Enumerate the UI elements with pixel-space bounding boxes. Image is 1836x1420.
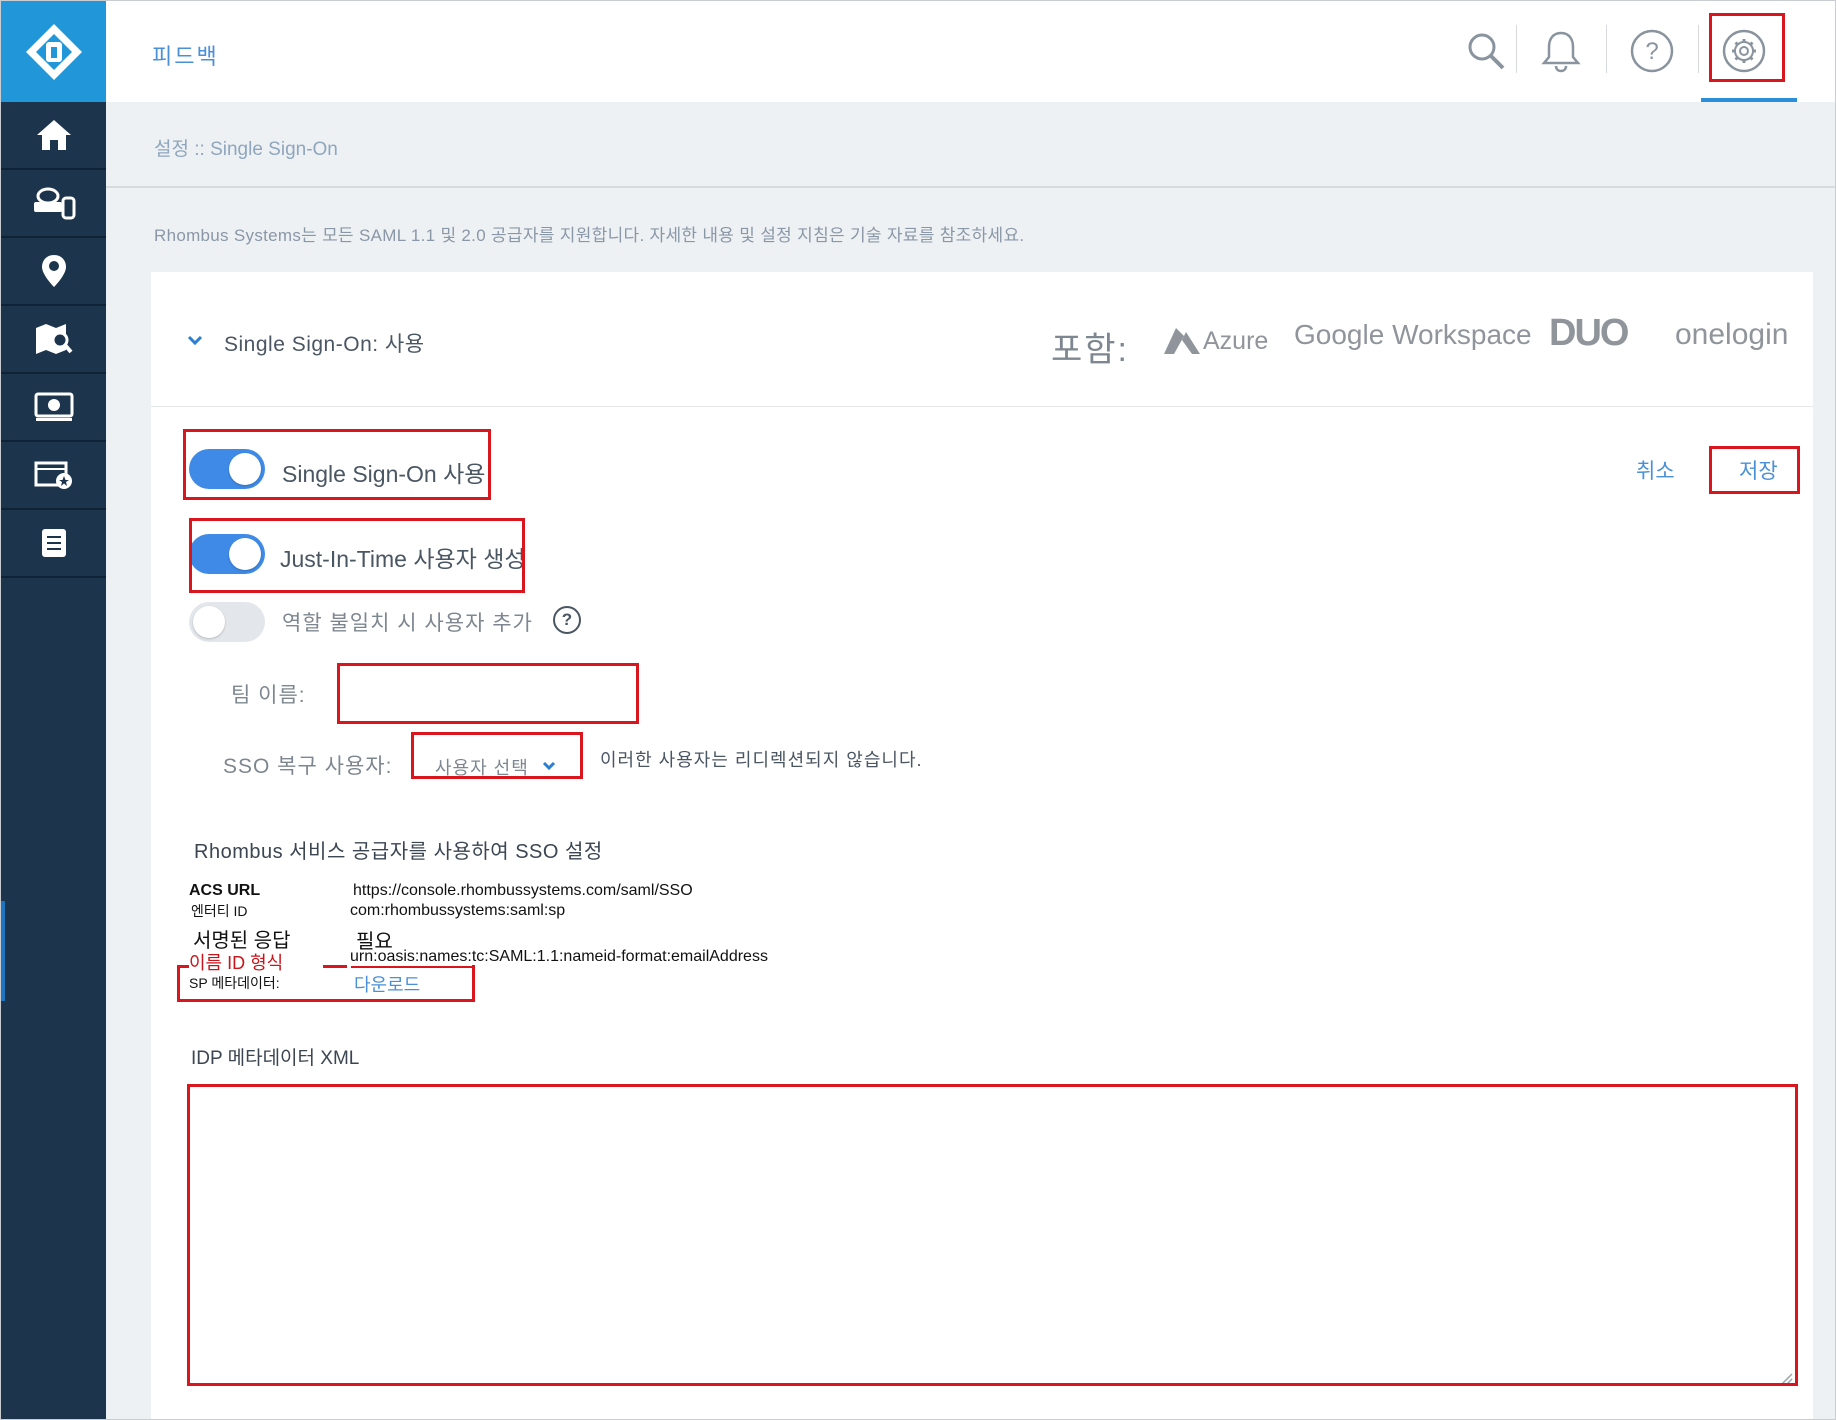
header-divider: [1516, 25, 1517, 73]
azure-logo-icon: [1164, 328, 1200, 354]
help-button[interactable]: ?: [1624, 23, 1680, 79]
highlight-edge: [323, 965, 347, 968]
includes-label: 포함:: [1051, 331, 1130, 369]
sso-toggle-highlight: [183, 429, 491, 500]
sso-panel-header: Single Sign-On: 사용 포함: Azure Google Work…: [151, 272, 1813, 407]
save-highlight: [1709, 446, 1800, 494]
settings-highlight: [1709, 13, 1785, 82]
sidebar-active-indicator: [1, 901, 5, 1001]
role-mismatch-toggle[interactable]: [189, 602, 265, 642]
svg-text:?: ?: [1645, 38, 1658, 65]
team-name-highlight: [337, 663, 639, 724]
sidebar-item-reports[interactable]: [1, 510, 106, 578]
acs-url-value: https://console.rhombussystems.com/saml/…: [353, 882, 693, 899]
top-header: 피드백 ?: [106, 1, 1835, 102]
onelogin-logo: onelogin: [1675, 318, 1789, 351]
document-icon: [41, 529, 66, 557]
header-divider: [1698, 25, 1699, 73]
sidebar-item-maps[interactable]: [1, 306, 106, 374]
acs-url-label: ACS URL: [189, 882, 261, 899]
role-mismatch-label: 역할 불일치 시 사용자 추가: [282, 612, 533, 635]
name-id-format-value: urn:oasis:names:tc:SAML:1.1:nameid-forma…: [350, 948, 768, 965]
header-divider: [1606, 25, 1607, 73]
google-workspace-logo: Google Workspace: [1294, 319, 1532, 350]
sso-panel: Single Sign-On: 사용 포함: Azure Google Work…: [151, 272, 1813, 1419]
sidebar-item-devices[interactable]: [1, 170, 106, 238]
help-icon: ?: [1630, 29, 1674, 73]
highlight-edge: [177, 965, 189, 968]
breadcrumb: 설정 :: Single Sign-On: [154, 139, 338, 160]
map-search-icon: [35, 324, 73, 354]
recovery-user-highlight: [411, 732, 583, 779]
azure-logo: Azure: [1203, 327, 1269, 355]
feedback-link[interactable]: 피드백: [152, 39, 219, 71]
recovery-user-note: 이러한 사용자는 리디렉션되지 않습니다.: [600, 750, 923, 770]
saml-info-text: Rhombus Systems는 모든 SAML 1.1 및 2.0 공급자를 …: [154, 226, 1025, 245]
notifications-button[interactable]: [1533, 23, 1589, 79]
film-star-icon: [34, 461, 72, 489]
logo-icon: [25, 23, 82, 80]
video-player-icon: [34, 392, 73, 421]
sidebar-item-video[interactable]: [1, 374, 106, 442]
cancel-button[interactable]: 취소: [1636, 455, 1675, 485]
entity-id-label: 엔터티 ID: [191, 903, 248, 919]
toggle-knob: [193, 606, 225, 638]
jit-toggle-highlight: [189, 518, 525, 593]
help-circle-icon[interactable]: ?: [553, 606, 581, 634]
sp-section-title: Rhombus 서비스 공급자를 사용하여 SSO 설정: [194, 841, 603, 863]
search-button[interactable]: [1458, 23, 1514, 79]
duo-logo: DUO: [1549, 312, 1629, 354]
search-icon: [1468, 33, 1505, 70]
bell-icon: [1541, 31, 1581, 73]
idp-xml-highlight: [187, 1084, 1798, 1386]
idp-metadata-label: IDP 메타데이터 XML: [191, 1048, 360, 1069]
entity-id-value: com:rhombussystems:saml:sp: [350, 902, 566, 919]
sidebar-item-clips[interactable]: [1, 442, 106, 510]
recovery-user-label: SSO 복구 사용자:: [223, 755, 393, 778]
app-window: 피드백 ? 설정:: Single Sign-On Rhombus Syste…: [0, 0, 1836, 1420]
team-name-label: 팀 이름:: [231, 684, 306, 707]
highlight-edge: [351, 966, 475, 968]
sso-status-title: Single Sign-On: 사용: [224, 333, 425, 356]
sidebar: [1, 1, 106, 1419]
sidebar-item-locations[interactable]: [1, 238, 106, 306]
rhombus-logo[interactable]: [1, 1, 106, 102]
breadcrumb-bar: 설정 :: Single Sign-On: [106, 102, 1835, 188]
home-icon: [36, 120, 71, 150]
sidebar-item-home[interactable]: [1, 102, 106, 170]
camera-devices-icon: [33, 187, 75, 220]
chevron-down-icon[interactable]: [187, 335, 203, 345]
location-pin-icon: [41, 255, 66, 287]
sp-metadata-highlight: [177, 965, 475, 1002]
